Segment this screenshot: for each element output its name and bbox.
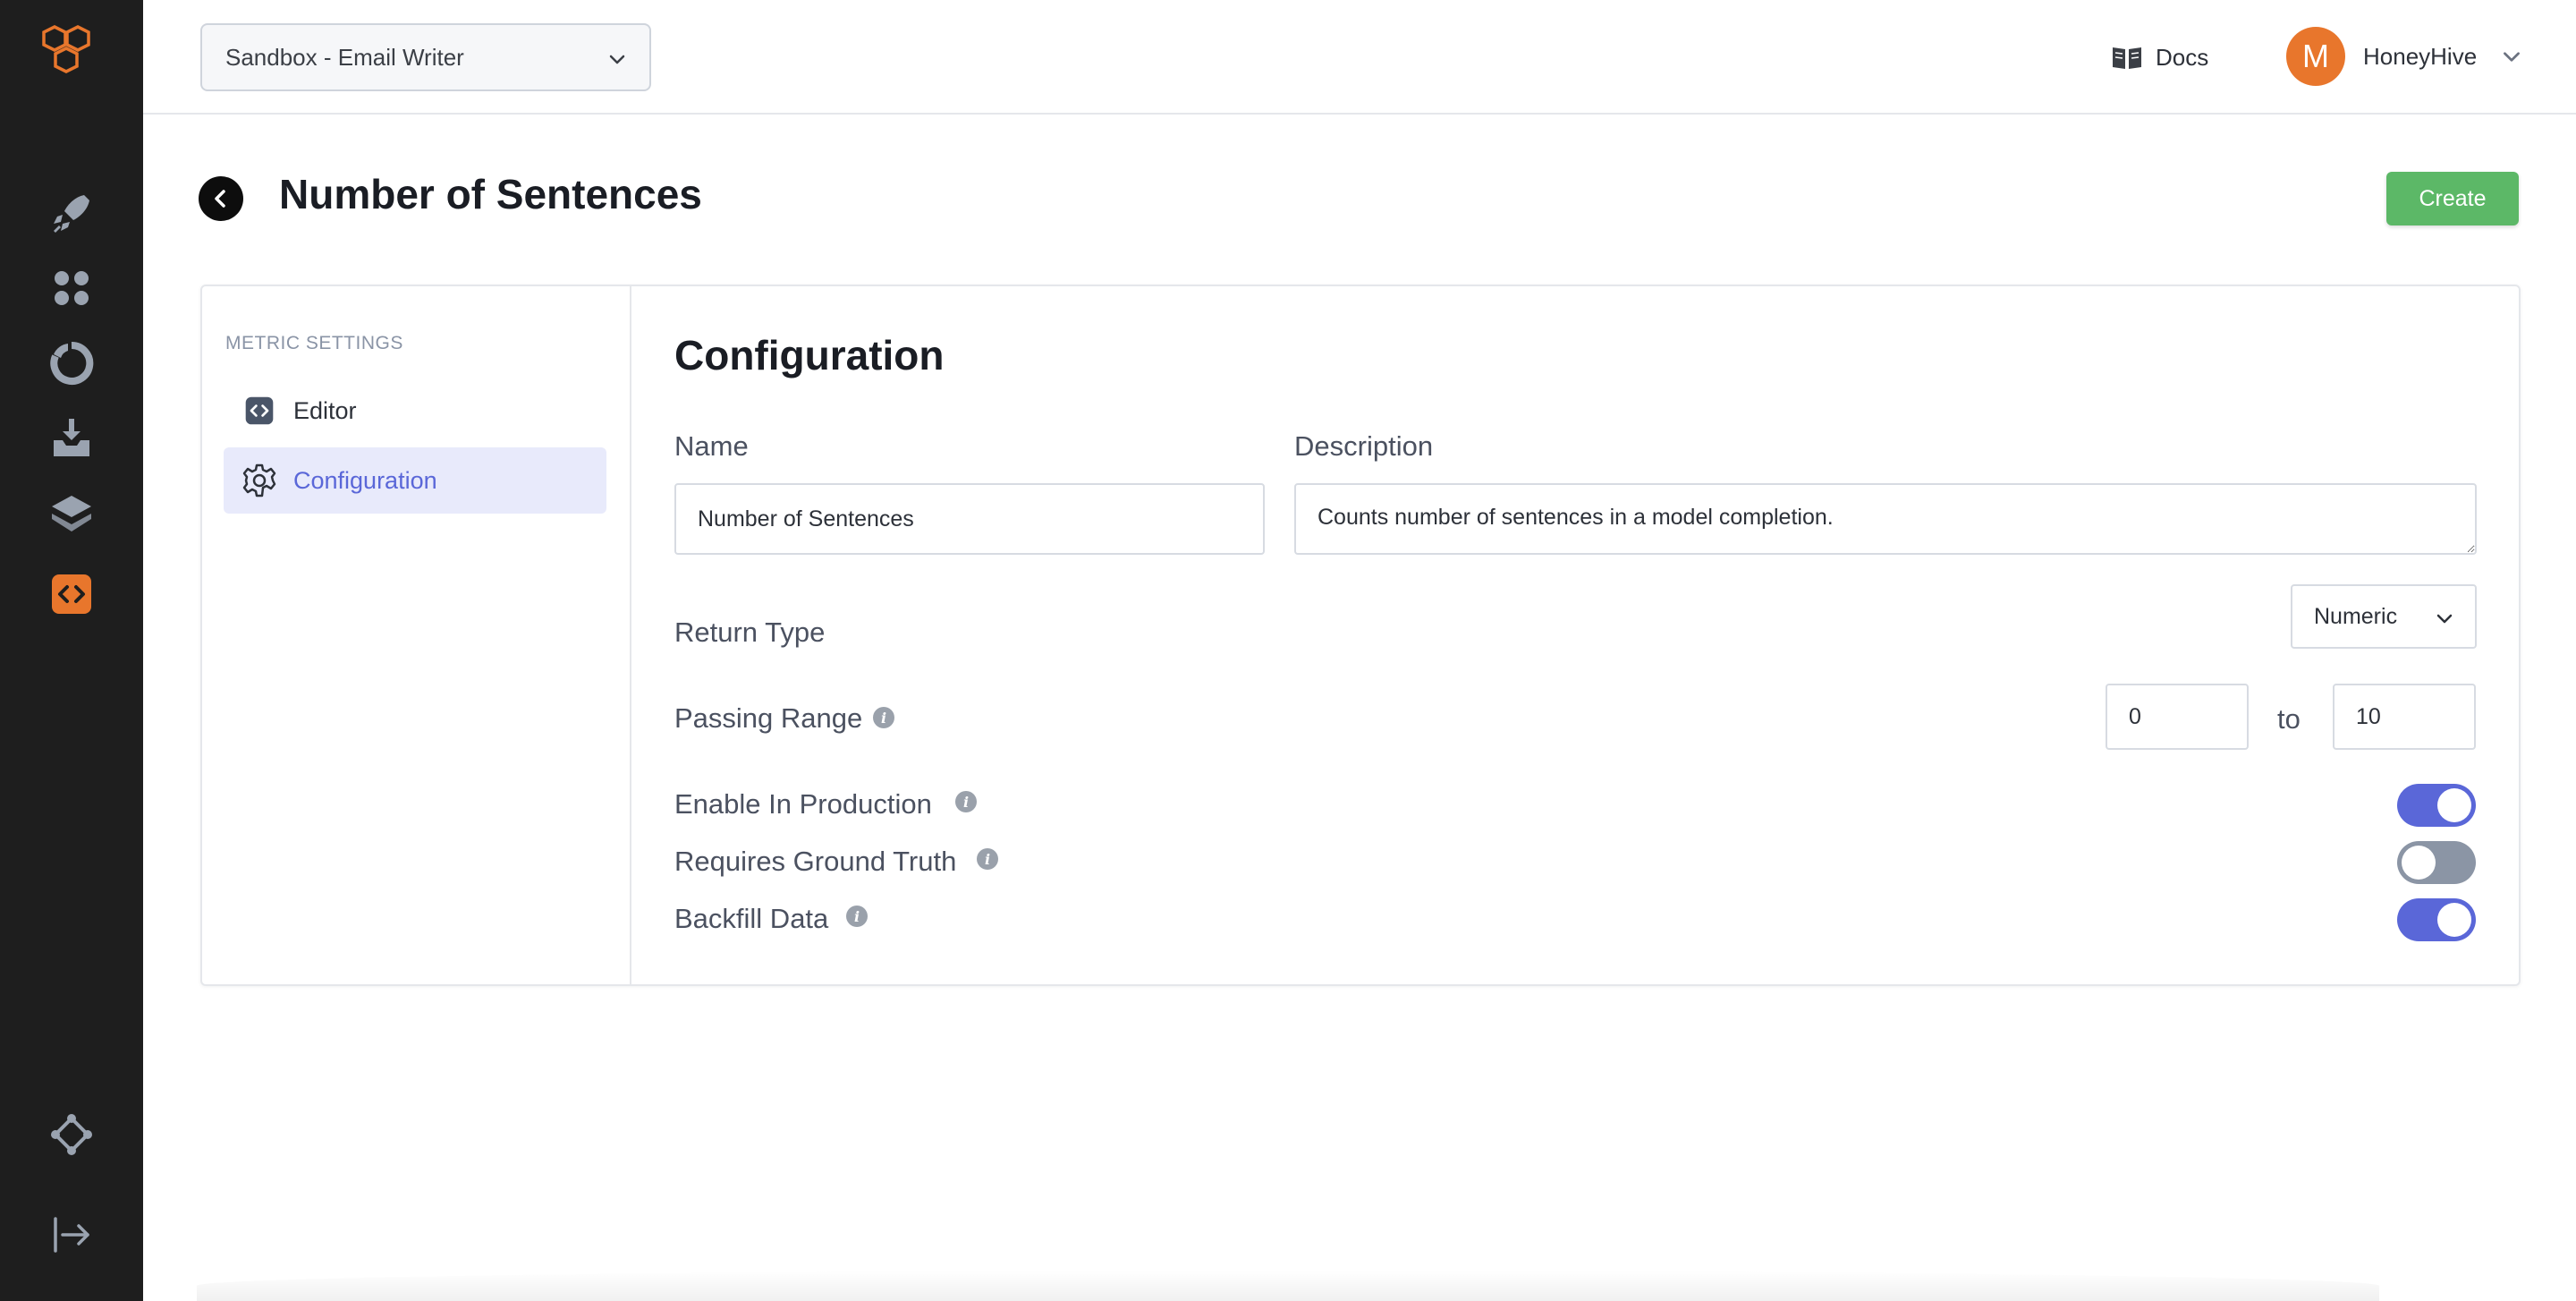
project-select-value: Sandbox - Email Writer [225, 43, 464, 71]
range-max-input[interactable] [2333, 684, 2476, 750]
donut-chart-icon[interactable] [47, 338, 97, 388]
logout-icon[interactable] [47, 1210, 97, 1260]
chevron-down-icon [2504, 52, 2521, 62]
name-input[interactable] [674, 483, 1265, 555]
description-label: Description [1294, 430, 1434, 462]
info-icon[interactable]: i [873, 707, 894, 728]
project-select[interactable]: Sandbox - Email Writer [200, 23, 651, 91]
top-bar: Sandbox - Email Writer Docs M HoneyHive [143, 0, 2576, 115]
layers-icon[interactable] [47, 489, 97, 539]
description-textarea[interactable]: Counts number of sentences in a model co… [1294, 483, 2477, 555]
honeyhive-logo[interactable] [38, 23, 106, 86]
rocket-icon[interactable] [47, 188, 97, 238]
page-title: Number of Sentences [279, 171, 702, 217]
return-type-select[interactable]: Numeric [2291, 584, 2477, 649]
toggle-label-requires-ground-truth: Requires Ground Truth [674, 846, 957, 877]
user-name: HoneyHive [2363, 42, 2478, 70]
gear-icon [242, 463, 277, 498]
avatar: M [2286, 27, 2345, 86]
chevron-down-icon [609, 55, 625, 64]
range-min-input[interactable] [2106, 684, 2249, 750]
toggle-label-backfill-data: Backfill Data [674, 903, 829, 934]
book-icon [2113, 47, 2141, 69]
toggle-knob [2437, 788, 2471, 822]
backfill-data-toggle[interactable] [2397, 898, 2476, 941]
section-title: Configuration [674, 332, 945, 378]
docs-link[interactable]: Docs [2111, 38, 2208, 77]
back-button[interactable] [199, 176, 243, 221]
code-icon[interactable] [47, 569, 97, 619]
code-icon [242, 393, 277, 429]
sidebar-item-configuration[interactable]: Configuration [224, 447, 606, 514]
info-icon[interactable]: i [977, 848, 998, 870]
enable-in-production-toggle[interactable] [2397, 784, 2476, 827]
return-type-value: Numeric [2314, 603, 2398, 629]
sidebar-heading: METRIC SETTINGS [225, 333, 403, 353]
sidebar-item-label: Editor [293, 396, 357, 424]
range-to-label: to [2277, 703, 2301, 735]
toggle-knob [2402, 846, 2436, 880]
left-rail [0, 0, 143, 1301]
toggle-knob [2437, 903, 2471, 937]
bottom-shadow [197, 1271, 2379, 1301]
info-icon[interactable]: i [955, 791, 977, 812]
inbox-download-icon[interactable] [47, 413, 97, 463]
return-type-label: Return Type [674, 616, 826, 648]
requires-ground-truth-toggle[interactable] [2397, 841, 2476, 884]
network-icon[interactable] [47, 1110, 97, 1160]
create-button[interactable]: Create [2386, 172, 2519, 225]
sidebar-item-editor[interactable]: Editor [224, 378, 606, 444]
user-menu[interactable]: M HoneyHive [2286, 25, 2523, 88]
info-icon[interactable]: i [846, 906, 868, 927]
name-label: Name [674, 430, 749, 462]
chevron-down-icon [2436, 614, 2453, 624]
grid-dots-icon[interactable] [47, 263, 97, 313]
sidebar-item-label: Configuration [293, 466, 437, 494]
chevron-left-icon [215, 190, 225, 208]
toggle-label-enable-in-production: Enable In Production [674, 788, 932, 820]
passing-range-label: Passing Range [674, 702, 863, 734]
docs-label: Docs [2156, 43, 2209, 71]
